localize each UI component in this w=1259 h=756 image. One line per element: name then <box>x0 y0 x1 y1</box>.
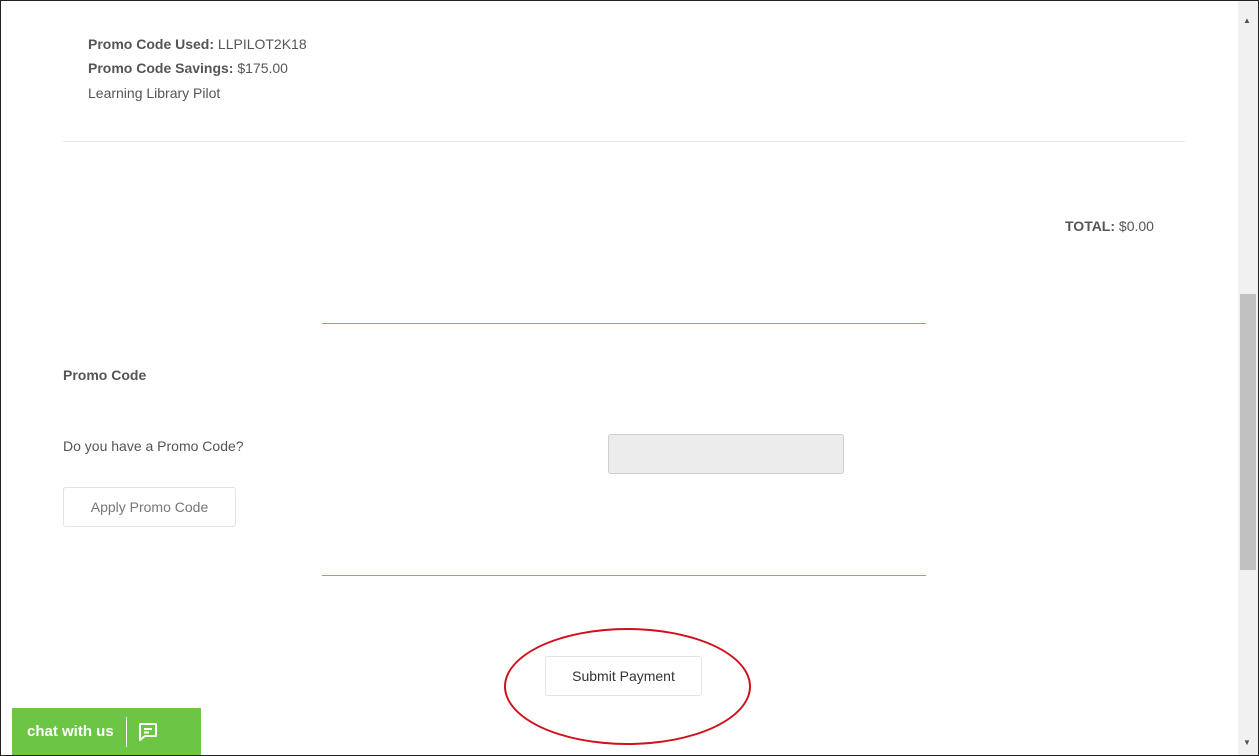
promo-savings-label: Promo Code Savings: <box>88 60 234 76</box>
divider <box>63 141 1185 142</box>
promo-used-line: Promo Code Used: LLPILOT2K18 <box>88 35 307 53</box>
promo-description: Learning Library Pilot <box>88 85 221 101</box>
promo-savings-value: $175.00 <box>237 60 288 76</box>
order-total: TOTAL: $0.00 <box>1065 217 1154 235</box>
promo-used-value: LLPILOT2K18 <box>217 36 307 52</box>
promo-savings-line: Promo Code Savings: $175.00 <box>88 59 288 77</box>
promo-used-label: Promo Code Used: <box>88 36 215 52</box>
section-divider-bottom <box>322 575 926 576</box>
chat-separator <box>125 716 127 747</box>
scrollbar-thumb[interactable] <box>1240 294 1256 570</box>
promo-section-title: Promo Code <box>63 367 147 383</box>
chat-bubble-icon <box>138 722 157 741</box>
section-divider-top <box>322 323 926 324</box>
chat-label: chat with us <box>27 723 114 740</box>
window-frame <box>0 0 1259 756</box>
total-label: TOTAL: <box>1065 218 1116 234</box>
promo-code-input[interactable] <box>608 434 844 474</box>
total-value: $0.00 <box>1118 218 1154 234</box>
promo-question: Do you have a Promo Code? <box>63 438 244 454</box>
scroll-up-arrow-icon[interactable]: ▲ <box>1243 16 1251 26</box>
scroll-down-arrow-icon[interactable]: ▼ <box>1243 738 1251 748</box>
apply-promo-button[interactable]: Apply Promo Code <box>63 487 236 527</box>
submit-payment-button[interactable]: Submit Payment <box>545 656 702 696</box>
chat-widget[interactable]: chat with us <box>12 708 201 755</box>
